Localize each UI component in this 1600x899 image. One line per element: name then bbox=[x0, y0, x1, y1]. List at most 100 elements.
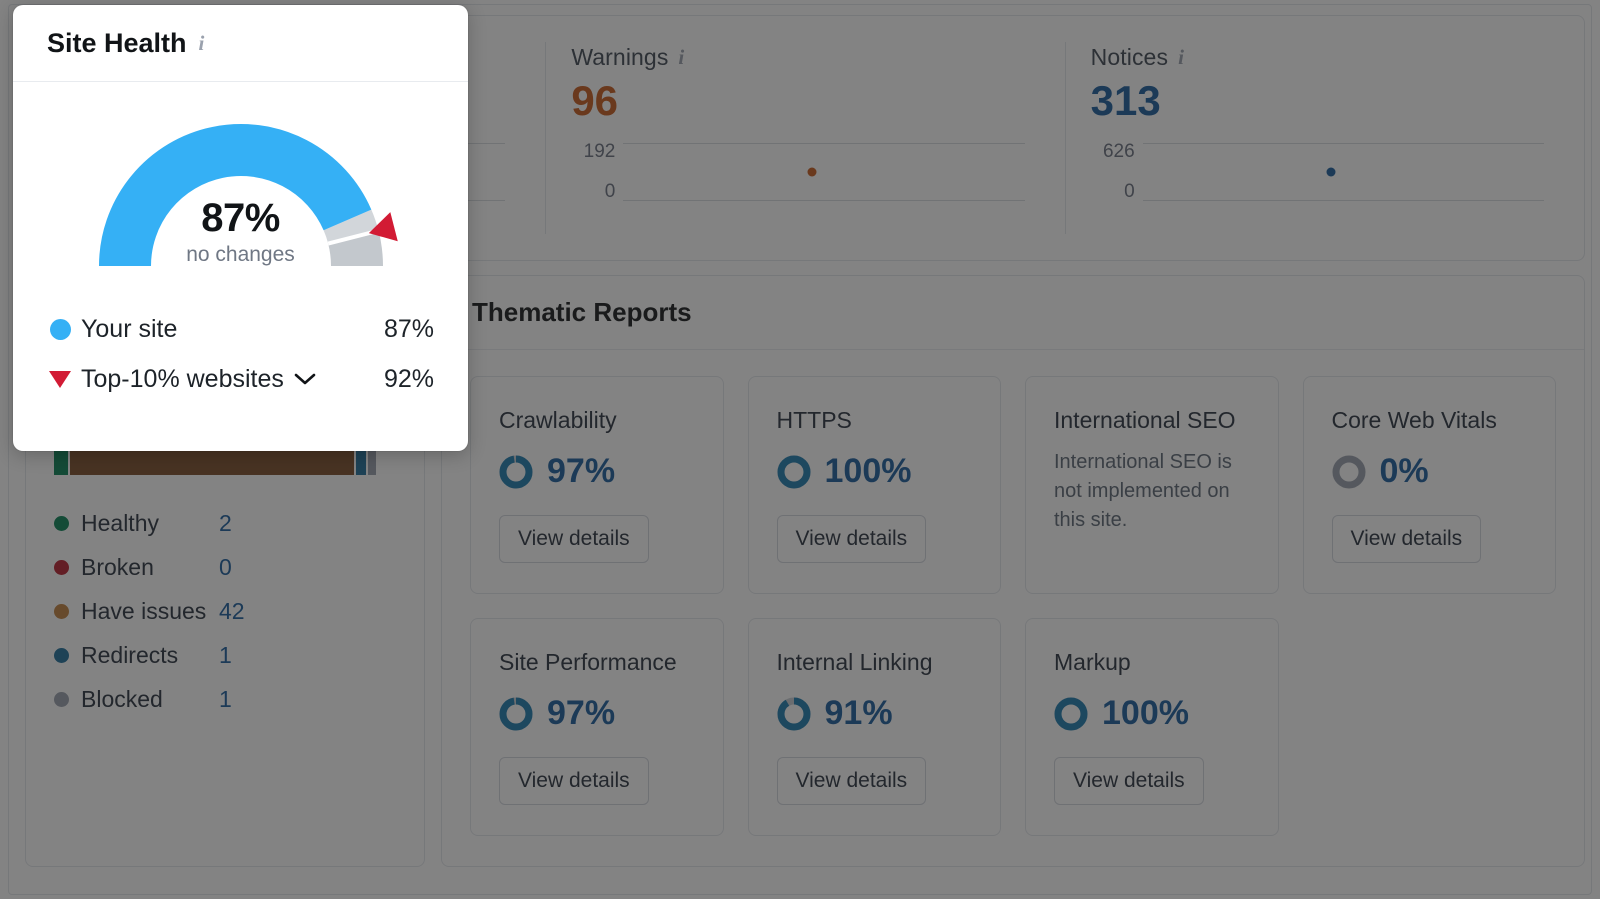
axis-bottom-label: 0 bbox=[604, 181, 616, 203]
stat-notices-title: Notices bbox=[1090, 44, 1169, 70]
stat-warnings-plot bbox=[623, 141, 1025, 203]
tile-percent: 0% bbox=[1379, 452, 1429, 490]
list-item[interactable]: Blocked 1 bbox=[54, 677, 396, 721]
tile-score: 0% bbox=[1332, 452, 1528, 491]
legend-value: 42 bbox=[219, 597, 245, 624]
legend-dot-icon bbox=[54, 647, 69, 663]
list-item[interactable]: Broken 0 bbox=[54, 545, 396, 589]
stat-notices-sparkline: 626 0 bbox=[1091, 141, 1584, 203]
tile-score: 97% bbox=[499, 694, 695, 733]
tile-title: Crawlability bbox=[499, 407, 617, 433]
legend-row-your-site: Your site 87% bbox=[47, 304, 434, 354]
site-health-popup[interactable]: Site Health i 87% no changes Your site 8… bbox=[13, 5, 468, 451]
legend-value: 0 bbox=[219, 553, 232, 580]
legend-label: Healthy bbox=[81, 509, 159, 536]
thematic-report-tile[interactable]: International SEO International SEO is no… bbox=[1025, 376, 1279, 594]
thematic-report-tile[interactable]: Core Web Vitals 0% View details bbox=[1302, 376, 1556, 594]
view-details-button[interactable]: View details bbox=[499, 757, 649, 805]
progress-ring-icon bbox=[1054, 697, 1088, 730]
your-site-label: Your site bbox=[81, 314, 178, 343]
legend-label: Redirects bbox=[81, 641, 179, 668]
progress-ring-icon bbox=[499, 697, 533, 730]
progress-ring-icon bbox=[499, 455, 533, 488]
info-icon[interactable]: i bbox=[199, 32, 205, 54]
crawled-pages-legend: Healthy 2 Broken 0 Have issues 42 Redirects 1 Bl… bbox=[54, 501, 396, 721]
site-health-title: Site Health bbox=[47, 27, 187, 58]
axis-top-label: 626 bbox=[1102, 141, 1135, 163]
legend-label: Blocked bbox=[81, 685, 163, 712]
thematic-reports-header: Thematic Reports bbox=[442, 276, 1584, 350]
thematic-reports-title: Thematic Reports bbox=[472, 297, 692, 327]
progress-ring-icon bbox=[777, 455, 810, 488]
tile-percent: 97% bbox=[547, 694, 616, 732]
legend-dot-icon bbox=[54, 515, 69, 531]
stat-warnings-axis: 192 0 bbox=[571, 141, 623, 203]
gauge-percent: 87% bbox=[201, 196, 280, 240]
legend-value: 2 bbox=[219, 509, 232, 536]
progress-ring-icon bbox=[777, 697, 810, 730]
site-health-gauge: 87% no changes bbox=[61, 98, 421, 290]
tile-score: 100% bbox=[777, 452, 973, 491]
app-root: Errors i 2 4 0 bbox=[0, 0, 1600, 899]
tile-score: 97% bbox=[499, 452, 695, 491]
view-details-button[interactable]: View details bbox=[1054, 757, 1204, 805]
tile-title: Markup bbox=[1054, 649, 1131, 675]
info-icon[interactable]: i bbox=[1178, 47, 1184, 68]
tile-percent: 91% bbox=[824, 694, 893, 732]
sparkline-point bbox=[807, 167, 817, 177]
gauge-change-label: no changes bbox=[186, 243, 295, 266]
gridline-bottom bbox=[1142, 200, 1544, 202]
thematic-report-tile[interactable]: Site Performance 97% View details bbox=[470, 618, 724, 836]
view-details-button[interactable]: View details bbox=[499, 515, 649, 563]
thematic-report-tile[interactable]: Crawlability 97% View details bbox=[470, 376, 724, 594]
thematic-report-tile[interactable]: Markup 100% View details bbox=[1025, 618, 1279, 836]
gridline-top bbox=[1142, 143, 1544, 145]
view-details-button[interactable]: View details bbox=[1331, 515, 1482, 563]
stat-notices-plot bbox=[1142, 141, 1544, 203]
stat-warnings-sparkline: 192 0 bbox=[571, 141, 1064, 203]
tile-title: Core Web Vitals bbox=[1331, 407, 1497, 433]
tile-score: 100% bbox=[1054, 694, 1250, 733]
stat-notices-header: Notices i bbox=[1091, 44, 1584, 71]
axis-top-label: 192 bbox=[583, 141, 616, 163]
stat-notices-value: 313 bbox=[1090, 77, 1161, 124]
thematic-report-tile[interactable]: HTTPS 100% View details bbox=[747, 376, 1001, 594]
benchmark-label: Top-10% websites bbox=[81, 364, 284, 393]
legend-dot-icon bbox=[54, 603, 69, 619]
site-health-body: 87% no changes Your site 87% Top-10% web… bbox=[13, 82, 468, 404]
thematic-report-tile[interactable]: Internal Linking 91% View details bbox=[747, 618, 1001, 836]
tile-title: Site Performance bbox=[499, 649, 677, 675]
tile-percent: 100% bbox=[824, 452, 912, 490]
sparkline-point bbox=[1326, 167, 1336, 177]
stat-warnings-value: 96 bbox=[571, 77, 619, 124]
site-health-legend: Your site 87% Top-10% websites 92% bbox=[13, 290, 468, 404]
benchmark-value: 92% bbox=[383, 364, 434, 393]
gridline-top bbox=[623, 143, 1025, 145]
gridline-bottom bbox=[623, 200, 1025, 202]
view-details-button[interactable]: View details bbox=[776, 515, 927, 563]
tile-percent: 97% bbox=[547, 452, 616, 490]
tile-title: International SEO bbox=[1054, 407, 1236, 433]
site-health-header: Site Health i bbox=[13, 5, 468, 82]
list-item[interactable]: Redirects 1 bbox=[54, 633, 396, 677]
stat-notices-axis: 626 0 bbox=[1091, 141, 1143, 203]
stat-warnings-header: Warnings i bbox=[571, 44, 1064, 71]
legend-row-benchmark[interactable]: Top-10% websites 92% bbox=[47, 354, 434, 404]
list-item[interactable]: Healthy 2 bbox=[54, 501, 396, 545]
info-icon[interactable]: i bbox=[678, 47, 684, 68]
thematic-reports-card: Thematic Reports Crawlability 97% View det… bbox=[441, 275, 1585, 867]
axis-bottom-label: 0 bbox=[1124, 181, 1135, 203]
progress-ring-icon bbox=[1332, 455, 1365, 488]
view-details-button[interactable]: View details bbox=[776, 757, 927, 805]
list-item[interactable]: Have issues 42 bbox=[54, 589, 396, 633]
legend-dot-icon bbox=[54, 559, 69, 575]
tile-note: International SEO is not implemented on … bbox=[1054, 451, 1232, 531]
stat-notices[interactable]: Notices i 313 626 0 bbox=[1064, 16, 1584, 260]
stat-warnings-title: Warnings bbox=[571, 44, 669, 70]
gauge-center-labels: 87% no changes bbox=[61, 196, 421, 267]
chevron-down-icon[interactable] bbox=[294, 372, 316, 386]
tile-title: Internal Linking bbox=[776, 649, 933, 675]
legend-label: Broken bbox=[81, 553, 154, 580]
your-site-value: 87% bbox=[383, 314, 434, 343]
stat-warnings[interactable]: Warnings i 96 192 0 bbox=[545, 16, 1064, 260]
